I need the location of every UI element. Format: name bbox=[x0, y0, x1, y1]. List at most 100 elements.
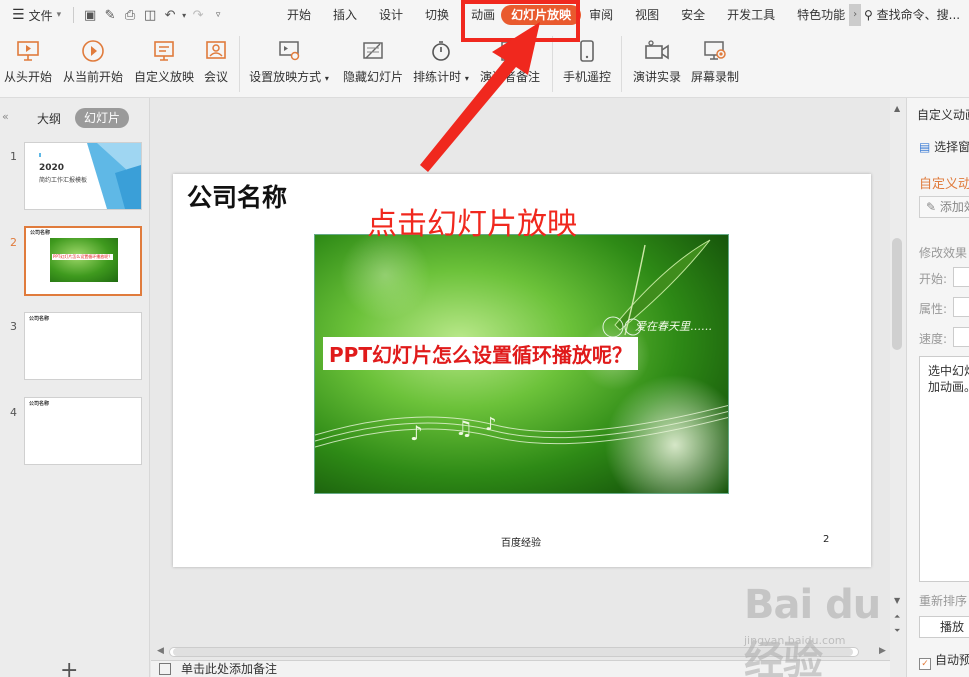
thumb-number: 1 bbox=[10, 150, 17, 163]
add-slide-icon[interactable]: + bbox=[60, 658, 78, 677]
thumb-subtitle: 简约工作汇报模板 bbox=[39, 177, 88, 184]
photo-text: 爱在春天里…… bbox=[635, 320, 712, 333]
rehearse-timing-label: 排练计时 ▾ bbox=[413, 68, 469, 85]
meeting-label: 会议 bbox=[203, 70, 228, 84]
slide-photo[interactable]: ♪ ♫ ♪ 爱在春天里…… PPT幻灯片怎么设置循环播放呢？ bbox=[314, 234, 729, 494]
from-current-button[interactable]: 从当前开始 bbox=[60, 30, 126, 98]
record-show-label: 演讲实录 bbox=[632, 70, 681, 84]
format-painter-icon[interactable]: ✎ bbox=[100, 8, 120, 23]
file-menu[interactable]: ☰ 文件 ▾ bbox=[6, 0, 67, 30]
add-effect-button[interactable]: ✎ 添加效果 bbox=[919, 196, 969, 218]
file-menu-label: 文件 bbox=[28, 8, 53, 23]
divider bbox=[552, 36, 553, 92]
presenter-notes-label: 演讲者备注 bbox=[479, 70, 540, 84]
hide-slide-icon bbox=[360, 38, 386, 64]
watermark-logo-text: Bai du 经验 bbox=[744, 582, 881, 677]
thumb-photo: PPT幻灯片怎么设置循环播放呢？ bbox=[50, 238, 118, 282]
from-current-label: 从当前开始 bbox=[62, 70, 123, 84]
speed-label: 速度: bbox=[919, 332, 948, 346]
play-button[interactable]: 播放 bbox=[919, 616, 969, 638]
thumb-number: 4 bbox=[10, 406, 17, 419]
tab-home[interactable]: 开始 bbox=[276, 0, 322, 30]
setup-show-icon bbox=[276, 38, 302, 64]
tab-design[interactable]: 设计 bbox=[368, 0, 414, 30]
meeting-icon bbox=[203, 38, 229, 64]
scroll-up-icon[interactable]: ▲ bbox=[894, 104, 900, 113]
selection-pane-label: 选择窗格 bbox=[934, 140, 969, 154]
slide-thumbnail-panel: « 大纲 幻灯片 1 2020 简约工作汇报模板 2 公司名称 PPT幻灯片怎么… bbox=[0, 98, 150, 677]
list-hint-line: 选中幻灯 bbox=[928, 364, 969, 378]
divider bbox=[239, 36, 240, 92]
screen-record-button[interactable]: 屏幕录制 bbox=[688, 30, 742, 98]
customize-toolbar-icon[interactable]: ▿ bbox=[208, 10, 228, 20]
slide-thumbnail-1[interactable]: 2020 简约工作汇报模板 bbox=[24, 142, 142, 210]
command-search-label: 查找命令、搜... bbox=[876, 8, 961, 22]
meeting-button[interactable]: 会议 bbox=[200, 30, 232, 98]
print-preview-icon[interactable]: ◫ bbox=[140, 8, 160, 23]
setup-show-button[interactable]: 设置放映方式 ▾ bbox=[247, 30, 331, 98]
slide-footer[interactable]: 百度经验 bbox=[501, 534, 541, 549]
thumb-title: 公司名称 bbox=[30, 230, 51, 236]
slide-thumbnail-3[interactable]: 公司名称 bbox=[24, 312, 142, 380]
tab-scroll-right-icon[interactable]: › bbox=[849, 4, 862, 26]
baidu-watermark: Bai du 经验 jingyan.baidu.com bbox=[744, 570, 924, 677]
slide-thumbnail-4[interactable]: 公司名称 bbox=[24, 397, 142, 465]
record-show-button[interactable]: 演讲实录 bbox=[630, 30, 684, 98]
custom-show-button[interactable]: 自定义放映 bbox=[132, 30, 196, 98]
scroll-thumb[interactable] bbox=[892, 238, 902, 350]
undo-dropdown-icon[interactable]: ▾ bbox=[180, 11, 188, 20]
hide-slide-button[interactable]: 隐藏幻灯片 bbox=[341, 30, 405, 98]
slide-thumbnail-2[interactable]: 公司名称 PPT幻灯片怎么设置循环播放呢？ bbox=[24, 226, 142, 296]
rehearse-timing-text: 排练计时 bbox=[413, 70, 462, 84]
stopwatch-icon bbox=[428, 38, 454, 64]
tab-special[interactable]: 特色功能 bbox=[786, 0, 847, 30]
tab-transitions[interactable]: 切换 bbox=[414, 0, 460, 30]
tab-outline[interactable]: 大纲 bbox=[37, 110, 61, 127]
scroll-left-icon[interactable]: ◀ bbox=[157, 646, 164, 656]
panel-title: 自定义动画 bbox=[917, 108, 969, 122]
chevron-down-icon: ▾ bbox=[464, 74, 469, 83]
photo-caption[interactable]: PPT幻灯片怎么设置循环播放呢？ bbox=[323, 337, 638, 370]
undo-icon[interactable]: ↶ bbox=[160, 8, 180, 23]
tab-developer[interactable]: 开发工具 bbox=[716, 0, 786, 30]
camera-icon bbox=[644, 38, 670, 64]
thumb-title: 公司名称 bbox=[29, 316, 50, 322]
setup-show-label: 设置放映方式 ▾ bbox=[249, 68, 329, 85]
selection-pane-link[interactable]: ▤ 选择窗格 bbox=[919, 138, 969, 155]
start-select[interactable] bbox=[953, 267, 969, 287]
from-start-label: 从头开始 bbox=[3, 70, 52, 84]
tab-review[interactable]: 审阅 bbox=[581, 0, 624, 30]
selection-pane-icon: ▤ bbox=[919, 140, 931, 154]
animation-list[interactable]: 选中幻灯 加动画。 bbox=[919, 356, 969, 582]
tab-view[interactable]: 视图 bbox=[624, 0, 670, 30]
divider bbox=[73, 7, 75, 23]
notes-icon bbox=[159, 663, 171, 675]
svg-text:♫: ♫ bbox=[455, 416, 473, 440]
start-label: 开始: bbox=[919, 272, 948, 286]
from-start-button[interactable]: 从头开始 bbox=[2, 30, 54, 98]
save-icon[interactable]: ▣ bbox=[80, 8, 100, 23]
slide-title[interactable]: 公司名称 bbox=[187, 178, 287, 214]
custom-animation-heading: 自定义动画 bbox=[919, 177, 969, 192]
list-hint-line: 加动画。 bbox=[928, 380, 969, 394]
hamburger-icon: ☰ bbox=[12, 7, 25, 23]
highlight-box bbox=[461, 0, 580, 42]
screen-play-icon bbox=[15, 38, 41, 64]
thumb-caption: PPT幻灯片怎么设置循环播放呢？ bbox=[52, 254, 114, 260]
tab-security[interactable]: 安全 bbox=[670, 0, 716, 30]
custom-show-label: 自定义放映 bbox=[133, 70, 194, 84]
speed-select[interactable] bbox=[953, 327, 969, 347]
command-search[interactable]: ⚲ 查找命令、搜... bbox=[864, 0, 960, 30]
redo-icon[interactable]: ↷ bbox=[188, 8, 208, 23]
property-label: 属性: bbox=[919, 302, 948, 316]
screen-record-label: 屏幕录制 bbox=[690, 70, 739, 84]
chevron-down-icon: ▾ bbox=[324, 74, 329, 83]
collapse-panel-icon[interactable]: « bbox=[2, 110, 9, 123]
property-select[interactable] bbox=[953, 297, 969, 317]
tab-insert[interactable]: 插入 bbox=[322, 0, 368, 30]
pencil-icon: ✎ bbox=[926, 200, 937, 214]
auto-preview-checkbox[interactable]: ✓自动预览 bbox=[919, 651, 969, 670]
print-icon[interactable]: ⎙ bbox=[120, 8, 140, 23]
tab-slides[interactable]: 幻灯片 bbox=[75, 108, 130, 128]
reorder-label: 重新排序 bbox=[919, 594, 968, 608]
